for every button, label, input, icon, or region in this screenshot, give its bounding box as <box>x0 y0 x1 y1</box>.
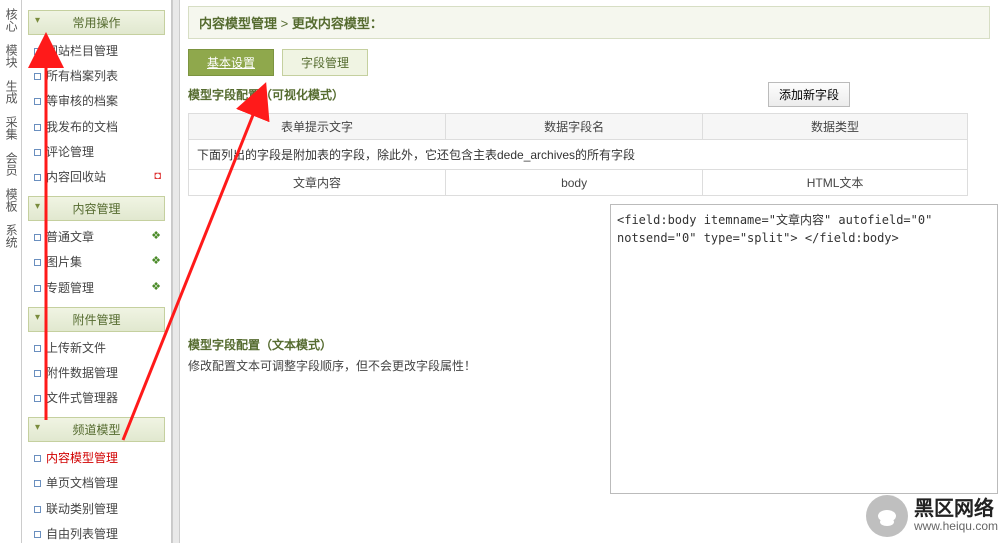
module-tab-make[interactable]: 生成 <box>4 78 17 106</box>
sidebar-item-all-archives[interactable]: 所有档案列表 <box>32 64 165 89</box>
plus-icon[interactable]: ❖ <box>151 228 161 246</box>
sidebar-item-recycle[interactable]: 内容回收站◘ <box>32 165 165 190</box>
sidebar-item-freelist[interactable]: 自由列表管理 <box>32 522 165 543</box>
cell-data-type: HTML文本 <box>703 170 968 196</box>
sidebar-item-pending[interactable]: 等审核的档案 <box>32 89 165 114</box>
module-tab-system[interactable]: 系统 <box>4 222 17 250</box>
module-tab-tmpl[interactable]: 模板 <box>4 186 17 214</box>
module-tabs: 核心 模块 生成 采集 会员 模板 系统 <box>0 0 22 543</box>
sidebar-group-common[interactable]: ▾常用操作 <box>28 10 165 35</box>
sidebar-group-content[interactable]: ▾内容管理 <box>28 196 165 221</box>
sidebar-item-linkage[interactable]: 联动类别管理 <box>32 497 165 522</box>
sidebar-group-attach[interactable]: ▾附件管理 <box>28 307 165 332</box>
sidebar-item-file-mgr[interactable]: 文件式管理器 <box>32 386 165 411</box>
cell-field-name: body <box>446 170 703 196</box>
tab-basic[interactable]: 基本设置 <box>188 49 274 76</box>
sidebar-item-upload[interactable]: 上传新文件 <box>32 336 165 361</box>
col-data-type: 数据类型 <box>703 114 968 140</box>
chevron-down-icon: ▾ <box>35 201 40 212</box>
watermark: 黑区网络 www.heiqu.com <box>866 495 998 537</box>
field-code-box[interactable]: <field:body itemname="文章内容" autofield="0… <box>610 204 998 494</box>
module-tab-member[interactable]: 会员 <box>4 150 17 178</box>
fields-note: 下面列出的字段是附加表的字段，除此外，它还包含主表dede_archives的所… <box>189 140 968 170</box>
col-form-label: 表单提示文字 <box>189 114 446 140</box>
fields-table: 表单提示文字 数据字段名 数据类型 下面列出的字段是附加表的字段，除此外，它还包… <box>188 113 968 196</box>
shield-icon: ◘ <box>154 168 161 186</box>
breadcrumb: 内容模型管理 > 更改内容模型： <box>188 6 990 39</box>
tab-fields[interactable]: 字段管理 <box>282 49 368 76</box>
main-panel: 内容模型管理 > 更改内容模型： 基本设置 字段管理 模型字段配置（可视化模式）… <box>180 0 998 543</box>
sidebar-item-singlepage[interactable]: 单页文档管理 <box>32 471 165 496</box>
crumb-root[interactable]: 内容模型管理 <box>199 16 277 31</box>
watermark-name: 黑区网络 <box>914 499 998 520</box>
visual-config-title: 模型字段配置（可视化模式） <box>188 82 344 107</box>
sidebar-item-gallery[interactable]: 图片集❖ <box>32 250 165 275</box>
chevron-down-icon: ▾ <box>35 422 40 433</box>
sidebar-item-my-docs[interactable]: 我发布的文档 <box>32 115 165 140</box>
watermark-url: www.heiqu.com <box>914 520 998 533</box>
module-tab-gather[interactable]: 采集 <box>4 114 17 142</box>
module-tab-core[interactable]: 核心 <box>4 6 17 34</box>
chevron-down-icon: ▾ <box>35 15 40 26</box>
sidebar-item-article[interactable]: 普通文章❖ <box>32 225 165 250</box>
add-field-button[interactable]: 添加新字段 <box>768 82 850 107</box>
sidebar-item-special[interactable]: 专题管理❖ <box>32 276 165 301</box>
sidebar-item-comments[interactable]: 评论管理 <box>32 140 165 165</box>
module-tab-module[interactable]: 模块 <box>4 42 17 70</box>
tabs: 基本设置 字段管理 <box>188 49 998 76</box>
crumb-current: 更改内容模型： <box>292 16 383 31</box>
table-row[interactable]: 文章内容 body HTML文本 <box>189 170 968 196</box>
chevron-down-icon: ▾ <box>35 312 40 323</box>
sidebar-group-channel[interactable]: ▾频道模型 <box>28 417 165 442</box>
plus-icon[interactable]: ❖ <box>151 279 161 297</box>
mushroom-icon <box>866 495 908 537</box>
sidebar: ▾常用操作 网站栏目管理 所有档案列表 等审核的档案 我发布的文档 评论管理 内… <box>22 0 172 543</box>
sidebar-item-model-mgr[interactable]: 内容模型管理 <box>32 446 165 471</box>
cell-form-label: 文章内容 <box>189 170 446 196</box>
splitter-handle[interactable] <box>172 0 180 543</box>
col-field-name: 数据字段名 <box>446 114 703 140</box>
sidebar-item-col-manage[interactable]: 网站栏目管理 <box>32 39 165 64</box>
plus-icon[interactable]: ❖ <box>151 253 161 271</box>
sidebar-item-attach-db[interactable]: 附件数据管理 <box>32 361 165 386</box>
